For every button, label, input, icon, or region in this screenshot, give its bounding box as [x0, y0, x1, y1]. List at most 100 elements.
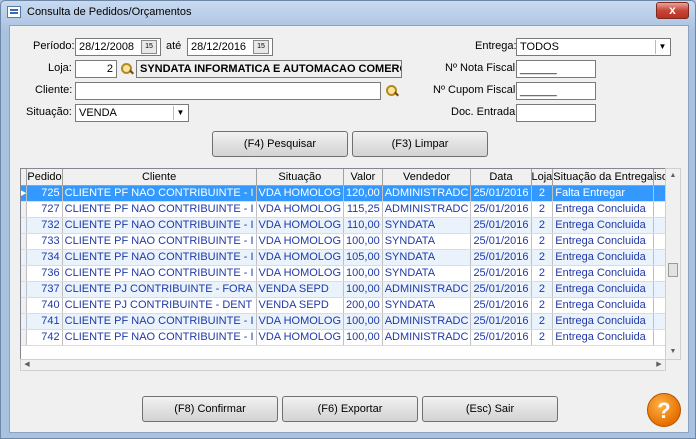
table-row[interactable]: ▶ 725 CLIENTE PF NAO CONTRIBUINTE - I VDA H… [21, 185, 665, 202]
chevron-down-icon[interactable]: ▼ [173, 106, 187, 120]
table-cell: Entrega Concluida [552, 281, 654, 298]
table-cell: 2 [531, 217, 554, 234]
title-bar[interactable]: Consulta de Pedidos/Orçamentos x [1, 1, 695, 25]
table-cell: ADMINISTRADC [382, 329, 472, 346]
table-cell: SYNDATA [382, 233, 472, 250]
table-cell: Entrega Concluida [552, 297, 654, 314]
table-cell: 2 [531, 233, 554, 250]
col-header[interactable]: Vendedor [382, 169, 472, 186]
table-row[interactable]: 742 CLIENTE PF NAO CONTRIBUINTE - I VDA HO… [21, 329, 665, 346]
table-cell: 100,00 [343, 329, 383, 346]
scroll-thumb[interactable] [668, 263, 678, 277]
situacao-select[interactable]: VENDA ▼ [75, 104, 189, 122]
table-cell: 25/01/2016 [470, 201, 532, 218]
form-body: Período: 28/12/2008 15 até 28/12/2016 15… [9, 25, 689, 433]
sair-button[interactable]: (Esc) Sair [422, 396, 558, 422]
table-cell: Entrega Concluida [552, 201, 654, 218]
table-cell: VDA HOMOLOG [256, 233, 345, 250]
table-cell: 100,00 [343, 265, 383, 282]
col-header[interactable]: Pedido [26, 169, 63, 186]
cliente-field[interactable] [75, 82, 381, 100]
col-header[interactable]: Situação da Entrega [552, 169, 654, 186]
orders-grid[interactable]: Pedido Cliente Situação Valor Vendedor D… [20, 168, 666, 360]
window: Consulta de Pedidos/Orçamentos x Período… [0, 0, 696, 439]
doc-entrada-field[interactable] [516, 104, 596, 122]
search-loja-icon[interactable] [120, 62, 134, 76]
table-cell: 100,00 [343, 233, 383, 250]
loja-field[interactable]: 2 [75, 60, 117, 78]
table-cell: 25/01/2016 [470, 233, 532, 250]
app-icon [7, 6, 21, 18]
table-cell: 736 [26, 265, 63, 282]
confirmar-button[interactable]: (F8) Confirmar [142, 396, 278, 422]
table-row[interactable]: 733 CLIENTE PF NAO CONTRIBUINTE - I VDA HO… [21, 233, 665, 250]
pesquisar-button[interactable]: (F4) Pesquisar [212, 131, 348, 157]
table-cell: 2 [531, 265, 554, 282]
entrega-value: TODOS [520, 41, 559, 53]
table-cell: 741 [26, 313, 63, 330]
table-cell: SYNDATA [382, 217, 472, 234]
table-cell: Entrega Concluida [552, 313, 654, 330]
table-cell: CLIENTE PF NAO CONTRIBUINTE - I [62, 265, 257, 282]
scroll-down-icon[interactable]: ▼ [666, 345, 680, 359]
cupom-fiscal-label: Nº Cupom Fiscal: [433, 84, 519, 96]
table-row[interactable]: 741 CLIENTE PF NAO CONTRIBUINTE - I VDA HO… [21, 313, 665, 330]
scroll-right-icon[interactable]: ▶ [653, 360, 665, 370]
table-cell: CLIENTE PF NAO CONTRIBUINTE - I [62, 217, 257, 234]
table-cell: VDA HOMOLOG [256, 265, 345, 282]
table-row[interactable]: 740 CLIENTE PJ CONTRIBUINTE - DENT VENDA S… [21, 297, 665, 314]
table-cell: CLIENTE PF NAO CONTRIBUINTE - I [62, 233, 257, 250]
help-icon[interactable]: ? [647, 393, 681, 427]
table-cell: 110,00 [343, 217, 383, 234]
table-cell: 25/01/2016 [470, 281, 532, 298]
search-cliente-icon[interactable] [385, 84, 399, 98]
loja-nome-value: SYNDATA INFORMATICA E AUTOMACAO COMERCIA… [140, 63, 402, 75]
table-cell: 2 [531, 185, 554, 202]
table-cell: Falta Entregar [552, 185, 654, 202]
table-row[interactable]: 732 CLIENTE PF NAO CONTRIBUINTE - I VDA HO… [21, 217, 665, 234]
chevron-down-icon[interactable]: ▼ [655, 40, 669, 54]
table-row[interactable]: 736 CLIENTE PF NAO CONTRIBUINTE - I VDA HO… [21, 265, 665, 282]
table-row[interactable]: 734 CLIENTE PF NAO CONTRIBUINTE - I VDA HO… [21, 249, 665, 266]
nota-fiscal-field[interactable]: ______ [516, 60, 596, 78]
table-cell: VDA HOMOLOG [256, 185, 345, 202]
col-header[interactable]: Data [470, 169, 532, 186]
table-cell: 2 [531, 249, 554, 266]
col-header[interactable]: Cliente [62, 169, 257, 186]
periodo-de-calendar-icon[interactable]: 15 [141, 40, 157, 54]
scroll-left-icon[interactable]: ◀ [21, 360, 33, 370]
table-cell: VDA HOMOLOG [256, 249, 345, 266]
grid-horizontal-scrollbar[interactable]: ◀ ▶ [20, 359, 666, 371]
orders-table: Pedido Cliente Situação Valor Vendedor D… [21, 169, 665, 346]
table-cell: 25/01/2016 [470, 249, 532, 266]
table-cell: Entrega Concluida [552, 233, 654, 250]
col-header[interactable]: Situação [256, 169, 345, 186]
table-cell: CLIENTE PF NAO CONTRIBUINTE - I [62, 249, 257, 266]
table-cell: 742 [26, 329, 63, 346]
limpar-button[interactable]: (F3) Limpar [352, 131, 488, 157]
doc-entrada-label: Doc. Entrada: [451, 106, 519, 118]
table-cell: 2 [531, 329, 554, 346]
cliente-label: Cliente: [35, 84, 73, 96]
periodo-ate-calendar-icon[interactable]: 15 [253, 40, 269, 54]
table-cell: 100,00 [343, 313, 383, 330]
ate-label: até [166, 40, 182, 52]
col-header[interactable]: Loja [531, 169, 554, 186]
table-row[interactable]: 727 CLIENTE PF NAO CONTRIBUINTE - I VDA HO… [21, 201, 665, 218]
table-cell: 25/01/2016 [470, 185, 532, 202]
col-header[interactable]: Valor [343, 169, 383, 186]
table-cell: 2 [531, 201, 554, 218]
grid-vertical-scrollbar[interactable]: ▲ ▼ [665, 168, 681, 360]
table-cell: VDA HOMOLOG [256, 201, 345, 218]
entrega-select[interactable]: TODOS ▼ [516, 38, 671, 56]
periodo-label: Período: [33, 40, 75, 52]
cupom-fiscal-field[interactable]: ______ [516, 82, 596, 100]
table-cell: 105,00 [343, 249, 383, 266]
table-cell: 2 [531, 281, 554, 298]
close-button[interactable]: x [656, 2, 689, 19]
table-row[interactable]: 737 CLIENTE PJ CONTRIBUINTE - FORA VENDA S… [21, 281, 665, 298]
table-cell: VENDA SEPD [256, 281, 345, 298]
table-cell: 25/01/2016 [470, 329, 532, 346]
scroll-up-icon[interactable]: ▲ [666, 169, 680, 183]
exportar-button[interactable]: (F6) Exportar [282, 396, 418, 422]
